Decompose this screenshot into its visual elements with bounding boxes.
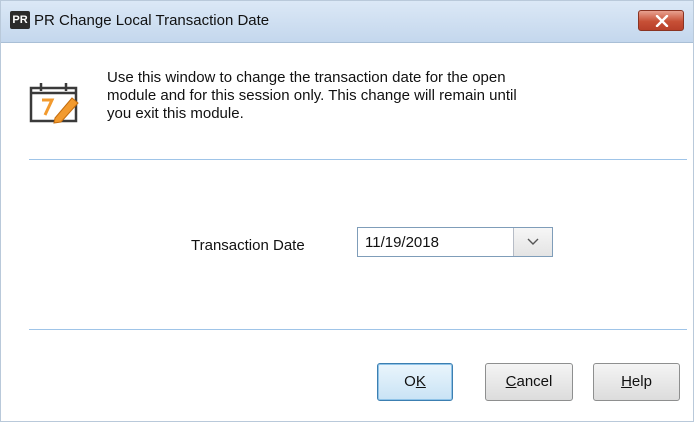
title-bar[interactable]: PR PR Change Local Transaction Date	[1, 1, 693, 43]
app-logo-icon: PR	[10, 11, 30, 29]
info-line: Use this window to change the transactio…	[107, 69, 506, 86]
cancel-accelerator: C	[505, 373, 517, 390]
info-message: Use this window to change the transactio…	[107, 69, 687, 123]
help-button[interactable]: Help	[593, 363, 680, 401]
help-accelerator: H	[621, 373, 632, 390]
ok-accelerator: K	[415, 373, 426, 390]
transaction-date-combo[interactable]	[357, 227, 553, 257]
chevron-down-icon	[527, 238, 539, 245]
cancel-button[interactable]: Cancel	[485, 363, 573, 401]
window-title: PR Change Local Transaction Date	[34, 12, 270, 29]
dialog-window: PR PR Change Local Transaction Date Use …	[0, 0, 694, 422]
separator	[29, 159, 687, 160]
transaction-date-input[interactable]	[359, 229, 511, 255]
close-button[interactable]	[638, 10, 684, 31]
info-line: module and for this session only. This c…	[107, 87, 517, 104]
ok-button[interactable]: OK	[377, 363, 453, 401]
date-dropdown-button[interactable]	[513, 228, 552, 256]
separator	[29, 329, 687, 330]
info-line: you exit this module.	[107, 105, 244, 122]
close-icon	[655, 15, 669, 27]
transaction-date-label: Transaction Date	[191, 237, 305, 254]
calendar-edit-icon	[29, 83, 79, 124]
